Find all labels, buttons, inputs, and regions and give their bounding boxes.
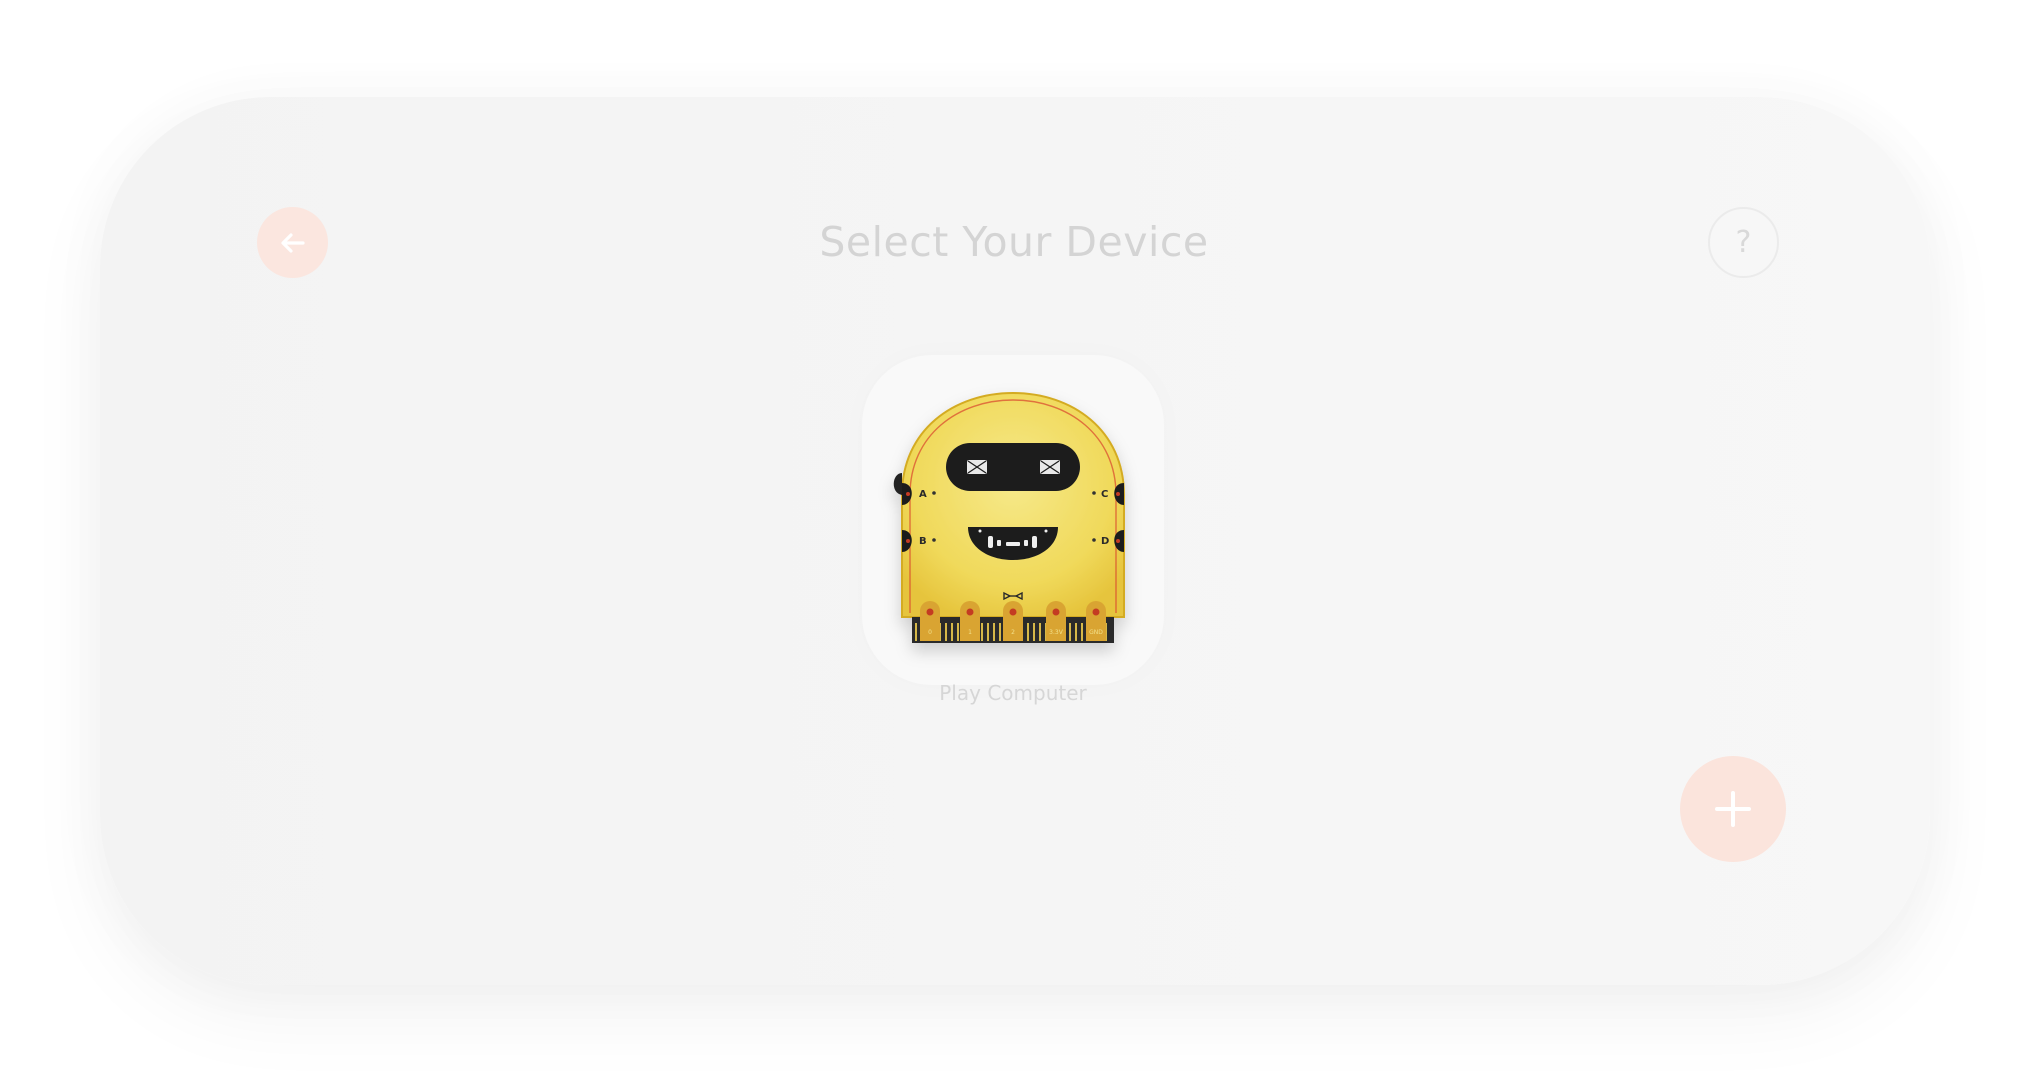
pin-label-d: D [1101, 536, 1109, 547]
device-name-label: Play Computer [939, 681, 1087, 705]
pin-label-c: C [1101, 489, 1108, 500]
edge-label-1: 1 [968, 629, 972, 636]
edge-label-3v3: 3.3V [1049, 629, 1064, 636]
plus-icon [1715, 791, 1751, 827]
question-mark-icon: ? [1735, 225, 1752, 260]
edge-label-2: 2 [1011, 629, 1015, 636]
help-button[interactable]: ? [1708, 207, 1779, 278]
app-screen: Select Your Device ? 0 1 2 3.3V GND A B … [0, 0, 2028, 1080]
add-device-button[interactable] [1680, 756, 1786, 862]
play-computer-board-image: 0 1 2 3.3V GND A B C D [893, 391, 1125, 643]
pin-label-a: A [919, 489, 927, 500]
edge-label-0: 0 [928, 629, 932, 636]
device-card[interactable]: 0 1 2 3.3V GND A B C D [862, 355, 1164, 685]
pin-label-b: B [919, 536, 927, 547]
edge-label-gnd: GND [1089, 629, 1103, 636]
